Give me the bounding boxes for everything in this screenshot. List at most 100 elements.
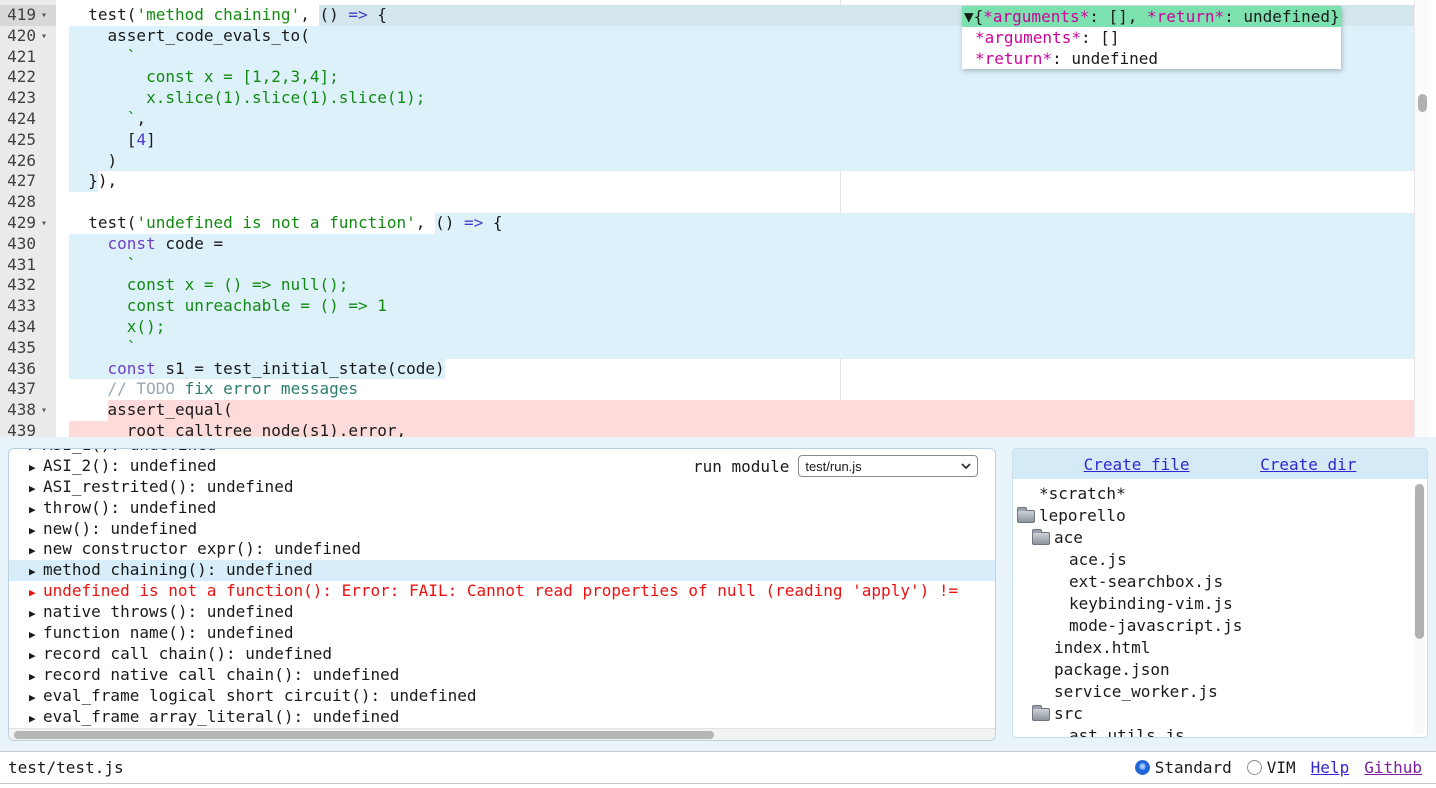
calltree-horizontal-scrollbar[interactable] bbox=[9, 728, 995, 740]
tree-file-mode-javascript-js[interactable]: mode-javascript.js bbox=[1013, 615, 1427, 637]
calltree-item[interactable]: ▶function name(): undefined bbox=[29, 623, 995, 644]
tree-file-ast-utils-js[interactable]: ast_utils.js bbox=[1013, 725, 1427, 738]
expand-arrow-icon[interactable]: ▶ bbox=[29, 625, 43, 646]
code-line-430[interactable]: const code = bbox=[56, 234, 1414, 255]
gutter-line: 438▾ bbox=[0, 400, 56, 421]
scrollbar-thumb[interactable] bbox=[1415, 484, 1424, 639]
tree-file-ace-js[interactable]: ace.js bbox=[1013, 549, 1427, 571]
tree-folder-ace[interactable]: ace bbox=[1013, 527, 1427, 549]
tooltip-header[interactable]: ▼{*arguments*: [], *return*: undefined} bbox=[962, 6, 1341, 27]
calltree-item[interactable]: ▶ASI_restrited(): undefined bbox=[29, 477, 995, 498]
run-module-select-value: test/run.js bbox=[805, 459, 861, 474]
run-module-select[interactable]: test/run.js bbox=[798, 455, 978, 477]
editor-vertical-scrollbar[interactable] bbox=[1414, 0, 1429, 437]
code-line-438[interactable]: assert_equal( bbox=[56, 400, 1414, 421]
code-text: [4] bbox=[56, 130, 1414, 151]
expand-arrow-icon[interactable]: ▶ bbox=[29, 604, 43, 625]
code-editor[interactable]: 419▾420▾421422423424425426427428429▾4304… bbox=[0, 0, 1436, 437]
calltree-item[interactable]: ▶record native call chain(): undefined bbox=[29, 665, 995, 686]
code-line-434[interactable]: x(); bbox=[56, 317, 1414, 338]
fold-toggle-icon[interactable]: ▾ bbox=[36, 27, 52, 48]
line-number: 420 bbox=[0, 26, 36, 47]
expand-arrow-icon[interactable]: ▶ bbox=[29, 541, 43, 562]
tree-item-label: keybinding-vim.js bbox=[1069, 593, 1233, 615]
code-text: root_calltree_node(s1).error, bbox=[56, 421, 1414, 437]
gutter-line: 426 bbox=[0, 151, 56, 172]
code-line-423[interactable]: x.slice(1).slice(1).slice(1); bbox=[56, 88, 1414, 109]
code-line-433[interactable]: const unreachable = () => 1 bbox=[56, 296, 1414, 317]
code-line-437[interactable]: // TODO fix error messages bbox=[56, 379, 1414, 400]
tree-item-label: mode-javascript.js bbox=[1069, 615, 1242, 637]
files-vertical-scrollbar[interactable] bbox=[1414, 482, 1425, 735]
expand-arrow-icon[interactable]: ▶ bbox=[29, 709, 43, 728]
line-number: 436 bbox=[0, 359, 36, 380]
line-number: 430 bbox=[0, 234, 36, 255]
code-line-431[interactable]: ` bbox=[56, 255, 1414, 276]
calltree-item-label: record call chain(): undefined bbox=[43, 644, 332, 663]
gutter-line: 435 bbox=[0, 338, 56, 359]
code-line-428[interactable] bbox=[56, 192, 1414, 213]
fold-toggle-icon[interactable]: ▾ bbox=[36, 214, 52, 235]
tree-file-scratch[interactable]: *scratch* bbox=[1013, 483, 1427, 505]
expand-arrow-icon[interactable]: ▶ bbox=[29, 562, 43, 583]
calltree-item[interactable]: ▶record call chain(): undefined bbox=[29, 644, 995, 665]
keybinding-label: Standard bbox=[1155, 758, 1232, 777]
calltree-item[interactable]: ▶new constructor expr(): undefined bbox=[29, 539, 995, 560]
tree-file-package-json[interactable]: package.json bbox=[1013, 659, 1427, 681]
calltree-item[interactable]: ▶eval_frame array_literal(): undefined bbox=[29, 707, 995, 728]
fold-toggle-icon[interactable]: ▾ bbox=[36, 6, 52, 27]
expand-arrow-icon[interactable]: ▶ bbox=[29, 500, 43, 521]
help-link[interactable]: Help bbox=[1311, 758, 1350, 777]
radio-unselected-icon[interactable] bbox=[1247, 760, 1262, 775]
code-line-432[interactable]: const x = () => null(); bbox=[56, 275, 1414, 296]
line-number: 424 bbox=[0, 109, 36, 130]
expand-arrow-icon[interactable]: ▶ bbox=[29, 458, 43, 479]
code-line-429[interactable]: test('undefined is not a function', () =… bbox=[56, 213, 1414, 234]
line-number: 432 bbox=[0, 275, 36, 296]
keybinding-option-standard[interactable]: Standard bbox=[1135, 758, 1232, 777]
eval-result-tooltip[interactable]: ▼{*arguments*: [], *return*: undefined} … bbox=[962, 6, 1341, 69]
calltree-item[interactable]: ▶native throws(): undefined bbox=[29, 602, 995, 623]
calltree-list[interactable]: ▶ASI_1(): undefined▶ASI_2(): undefined▶A… bbox=[9, 449, 995, 728]
expand-arrow-icon[interactable]: ▶ bbox=[29, 646, 43, 667]
expand-arrow-icon[interactable]: ▶ bbox=[29, 521, 43, 542]
github-link[interactable]: Github bbox=[1364, 758, 1422, 777]
create-dir-button[interactable]: Create dir bbox=[1260, 455, 1356, 474]
tooltip-entry[interactable]: *arguments*: [] bbox=[962, 27, 1341, 48]
keybinding-option-vim[interactable]: VIM bbox=[1247, 758, 1296, 777]
tree-item-label: ext-searchbox.js bbox=[1069, 571, 1223, 593]
fold-toggle-icon[interactable]: ▾ bbox=[36, 401, 52, 422]
tree-folder-src[interactable]: src bbox=[1013, 703, 1427, 725]
tree-file-index-html[interactable]: index.html bbox=[1013, 637, 1427, 659]
create-file-button[interactable]: Create file bbox=[1084, 455, 1190, 474]
calltree-item[interactable]: ▶method chaining(): undefined bbox=[9, 560, 995, 581]
scrollbar-thumb[interactable] bbox=[1418, 94, 1427, 112]
code-line-424[interactable]: `, bbox=[56, 109, 1414, 130]
calltree-item[interactable]: ▶eval_frame logical short circuit(): und… bbox=[29, 686, 995, 707]
calltree-item[interactable]: ▶undefined is not a function(): Error: F… bbox=[29, 581, 995, 602]
code-text: const s1 = test_initial_state(code) bbox=[56, 359, 1414, 380]
expand-arrow-icon[interactable]: ▶ bbox=[29, 583, 43, 604]
code-line-435[interactable]: ` bbox=[56, 338, 1414, 359]
code-line-422[interactable]: const x = [1,2,3,4]; bbox=[56, 67, 1414, 88]
file-tree[interactable]: *scratch*leporelloaceace.jsext-searchbox… bbox=[1013, 479, 1427, 738]
calltree-item[interactable]: ▶new(): undefined bbox=[29, 519, 995, 540]
tree-folder-leporello[interactable]: leporello bbox=[1013, 505, 1427, 527]
tooltip-entry[interactable]: *return*: undefined bbox=[962, 48, 1341, 69]
code-text: ) bbox=[56, 151, 1414, 172]
code-line-426[interactable]: ) bbox=[56, 151, 1414, 172]
code-line-425[interactable]: [4] bbox=[56, 130, 1414, 151]
tree-item-label: service_worker.js bbox=[1054, 681, 1218, 703]
expand-arrow-icon[interactable]: ▶ bbox=[29, 479, 43, 500]
radio-selected-icon[interactable] bbox=[1135, 760, 1150, 775]
tree-file-service-worker-js[interactable]: service_worker.js bbox=[1013, 681, 1427, 703]
expand-arrow-icon[interactable]: ▶ bbox=[29, 688, 43, 709]
code-line-439[interactable]: root_calltree_node(s1).error, bbox=[56, 421, 1414, 437]
expand-arrow-icon[interactable]: ▶ bbox=[29, 667, 43, 688]
code-line-427[interactable]: }), bbox=[56, 171, 1414, 192]
tree-file-ext-searchbox-js[interactable]: ext-searchbox.js bbox=[1013, 571, 1427, 593]
code-line-436[interactable]: const s1 = test_initial_state(code) bbox=[56, 359, 1414, 380]
calltree-item[interactable]: ▶throw(): undefined bbox=[29, 498, 995, 519]
tree-file-keybinding-vim-js[interactable]: keybinding-vim.js bbox=[1013, 593, 1427, 615]
scrollbar-thumb[interactable] bbox=[14, 731, 714, 739]
